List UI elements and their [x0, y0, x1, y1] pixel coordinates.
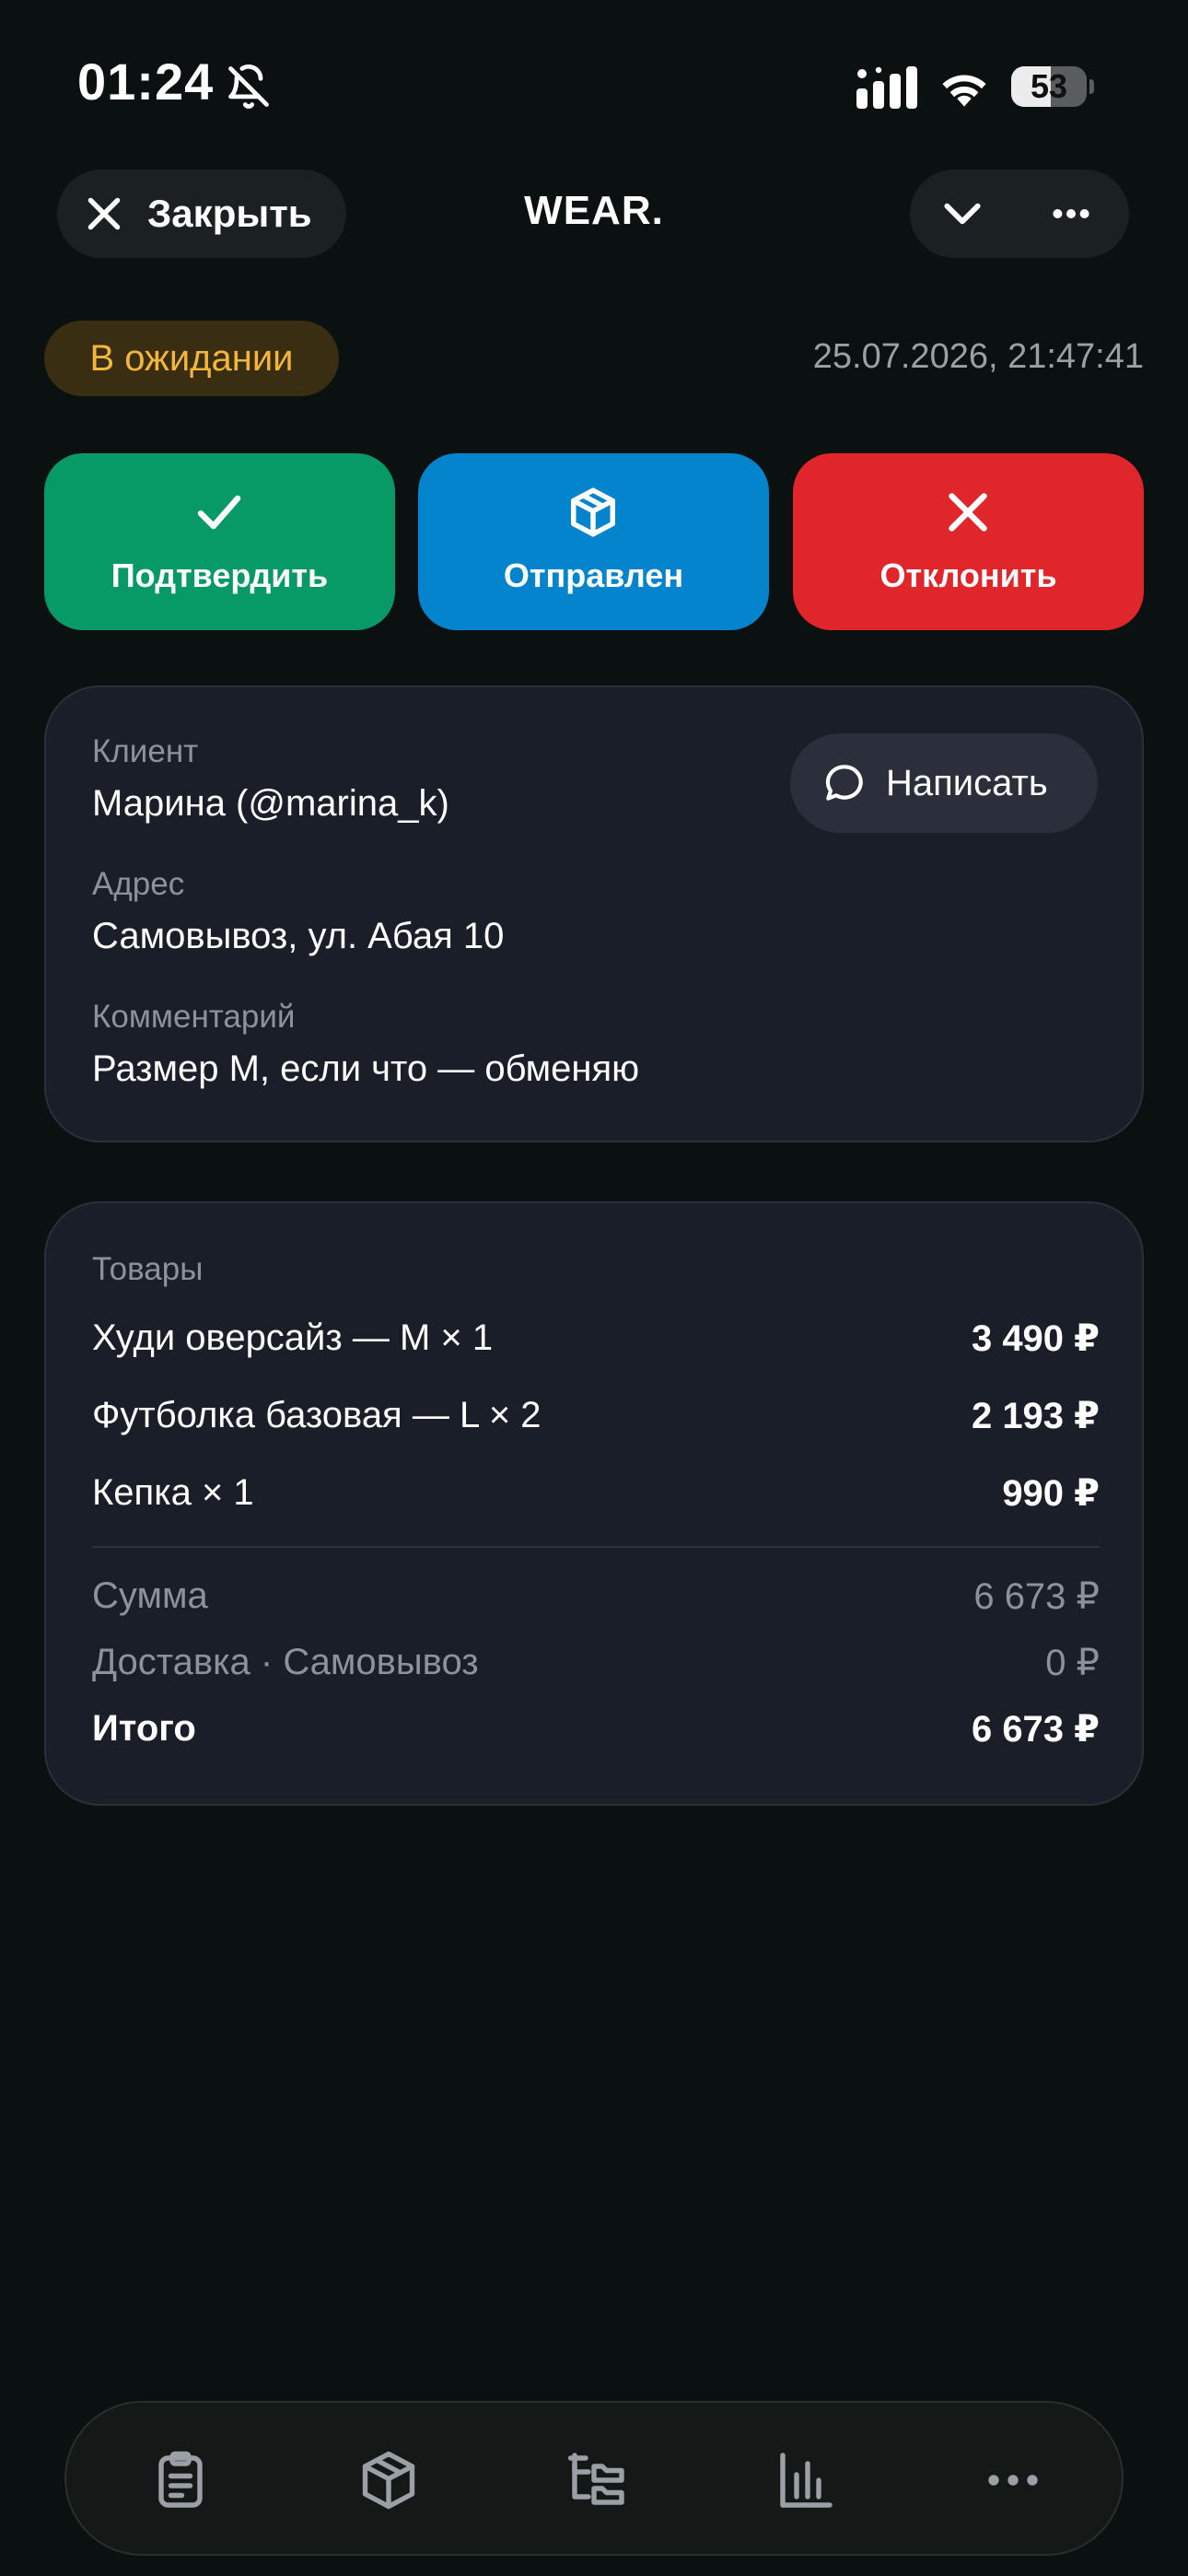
- subtotal-row: Сумма 6 673 ₽: [92, 1575, 1100, 1627]
- categories-icon[interactable]: [564, 2447, 630, 2513]
- list-item: Футболка базовая — L × 2 2 193 ₽: [92, 1395, 1100, 1446]
- subtotal-value: 6 673 ₽: [973, 1576, 1100, 1617]
- more-icon[interactable]: [980, 2447, 1046, 2513]
- close-button[interactable]: Закрыть: [57, 170, 346, 258]
- order-datetime: 25.07.2026, 21:47:41: [812, 337, 1144, 376]
- goods-card: Товары Худи оверсайз — M × 1 3 490 ₽ Фут…: [44, 1201, 1144, 1806]
- comment-label: Комментарий: [92, 999, 296, 1035]
- list-item: Кепка × 1 990 ₽: [92, 1472, 1100, 1524]
- header-actions: [910, 170, 1129, 258]
- chevron-down-icon[interactable]: [939, 191, 985, 237]
- reject-label: Отклонить: [879, 556, 1057, 594]
- stats-icon[interactable]: [772, 2447, 838, 2513]
- total-label: Итого: [92, 1708, 196, 1749]
- client-label: Клиент: [92, 733, 199, 769]
- more-horizontal-icon[interactable]: [1048, 191, 1094, 237]
- close-icon: [949, 493, 987, 532]
- delivery-label: Доставка · Самовывоз: [92, 1642, 479, 1682]
- total-value: 6 673 ₽: [971, 1709, 1100, 1750]
- client-card: Клиент Марина (@marina_k) Написать Адрес…: [44, 685, 1144, 1142]
- address-label: Адрес: [92, 866, 185, 902]
- products-icon[interactable]: [355, 2447, 422, 2513]
- bottom-tab-bar: [64, 2401, 1124, 2556]
- brand-title: WEAR.: [524, 188, 664, 233]
- address-value: Самовывоз, ул. Абая 10: [92, 916, 505, 956]
- wifi-icon: [942, 75, 986, 107]
- goods-title: Товары: [92, 1251, 204, 1287]
- status-badge: В ожидании: [44, 321, 339, 396]
- comment-value: Размер M, если что — обменяю: [92, 1048, 640, 1089]
- battery-indicator: 53: [1011, 66, 1094, 107]
- item-name: Кепка × 1: [92, 1472, 254, 1513]
- delivery-value: 0 ₽: [1045, 1643, 1100, 1683]
- total-row: Итого 6 673 ₽: [92, 1708, 1100, 1760]
- item-name: Футболка базовая — L × 2: [92, 1395, 542, 1435]
- chat-bubble-icon: [825, 765, 863, 801]
- item-name: Худи оверсайз — M × 1: [92, 1317, 494, 1358]
- close-icon: [87, 197, 121, 230]
- client-value: Марина (@marina_k): [92, 783, 449, 824]
- order-screen: 01:24 53 Закрыть WEAR. В ожидании 25.07.…: [0, 0, 1188, 2576]
- status-time: 01:24: [77, 53, 215, 111]
- subtotal-label: Сумма: [92, 1575, 208, 1616]
- close-label: Закрыть: [147, 192, 312, 235]
- list-item: Худи оверсайз — M × 1 3 490 ₽: [92, 1317, 1100, 1369]
- confirm-button[interactable]: Подтвердить: [44, 453, 395, 630]
- shipped-button[interactable]: Отправлен: [418, 453, 769, 630]
- orders-icon[interactable]: [147, 2447, 214, 2513]
- message-button[interactable]: Написать: [790, 733, 1098, 833]
- item-price: 3 490 ₽: [971, 1318, 1100, 1359]
- battery-text: 53: [1030, 67, 1068, 105]
- message-label: Написать: [886, 762, 1048, 803]
- shipped-label: Отправлен: [503, 556, 684, 594]
- delivery-row: Доставка · Самовывоз 0 ₽: [92, 1642, 1100, 1693]
- divider: [92, 1546, 1100, 1548]
- check-icon: [197, 495, 241, 530]
- confirm-label: Подтвердить: [111, 556, 329, 594]
- item-price: 2 193 ₽: [971, 1396, 1100, 1436]
- reject-button[interactable]: Отклонить: [793, 453, 1144, 630]
- bell-off-icon: [228, 64, 269, 109]
- signal-icon: [856, 66, 917, 109]
- item-price: 990 ₽: [1002, 1473, 1100, 1514]
- box-icon: [571, 487, 615, 537]
